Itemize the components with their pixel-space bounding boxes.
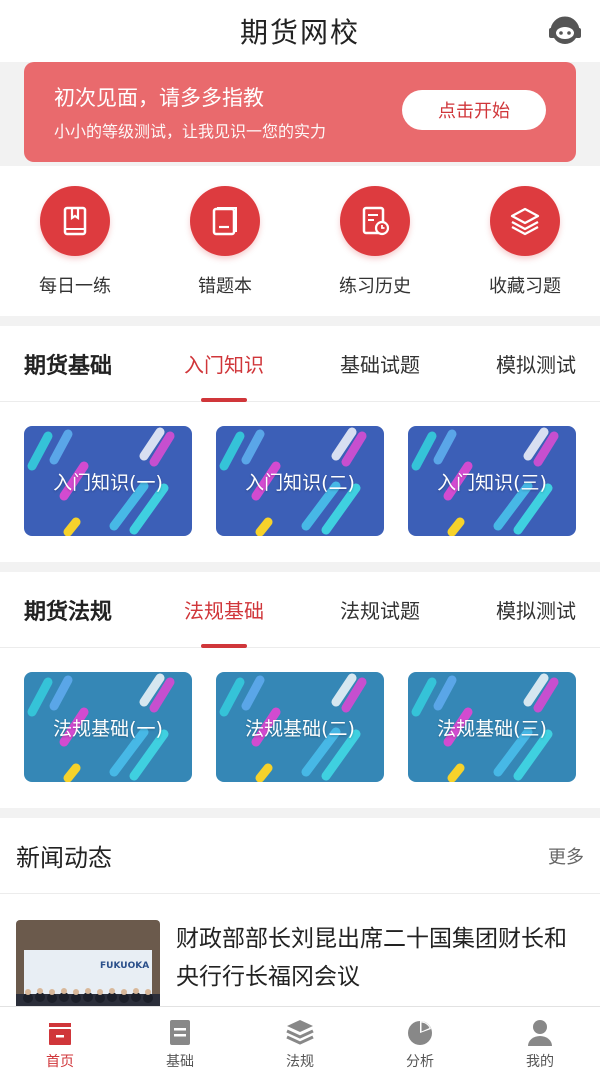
news-more-link[interactable]: 更多	[548, 843, 584, 869]
section-title: 期货基础	[24, 353, 113, 379]
course-card[interactable]: 法规基础(一)	[24, 672, 192, 782]
course-card[interactable]: 法规基础(二)	[216, 672, 384, 782]
quick-action-daily-practice[interactable]: 每日一练	[0, 186, 150, 316]
customer-service-icon[interactable]	[546, 12, 584, 50]
quick-action-favorites[interactable]: 收藏习题	[450, 186, 600, 316]
quick-actions: 每日一练 错题本 练习历史 收藏习题	[0, 166, 600, 316]
thumb-text: FUKUOKA	[100, 961, 149, 971]
user-icon	[528, 1020, 552, 1046]
quick-action-label: 练习历史	[339, 276, 411, 297]
news-section-title: 新闻动态	[16, 844, 112, 872]
banner-subtitle: 小小的等级测试，让我见识一您的实力	[54, 122, 327, 141]
notebook-icon	[212, 207, 237, 236]
course-cards: 入门知识(一) 入门知识(二) 入门知识(三)	[0, 402, 600, 562]
quick-action-label: 收藏习题	[489, 276, 561, 297]
section-tabs: 法规基础 法规试题 模拟测试	[184, 572, 576, 648]
course-card[interactable]: 入门知识(二)	[216, 426, 384, 536]
quick-action-label: 错题本	[198, 276, 252, 297]
divider	[0, 562, 600, 572]
start-button[interactable]: 点击开始	[402, 90, 546, 130]
page-title: 期货网校	[239, 16, 360, 49]
card-label: 入门知识(一)	[53, 471, 163, 494]
layers-icon	[510, 207, 540, 236]
book-icon	[63, 206, 87, 236]
stack-icon	[286, 1020, 314, 1045]
course-card[interactable]: 法规基础(三)	[408, 672, 576, 782]
card-label: 法规基础(一)	[53, 717, 163, 740]
section-futures-regulations: 期货法规 法规基础 法规试题 模拟测试	[0, 572, 600, 648]
home-icon	[49, 1023, 71, 1045]
tabbar-item-regulations[interactable]: 法规	[240, 1007, 360, 1080]
news-header: 新闻动态 更多	[0, 818, 600, 894]
level-test-banner[interactable]: 初次见面，请多多指教 小小的等级测试，让我见识一您的实力 点击开始	[24, 62, 576, 162]
tabbar-label: 分析	[406, 1054, 434, 1070]
history-icon	[362, 206, 390, 236]
tab-mock-test[interactable]: 模拟测试	[496, 572, 576, 648]
tab-intro-knowledge[interactable]: 入门知识	[184, 326, 264, 402]
tabbar-label: 法规	[286, 1054, 314, 1070]
course-card[interactable]: 入门知识(三)	[408, 426, 576, 536]
divider	[0, 316, 600, 326]
tab-mock-test[interactable]: 模拟测试	[496, 326, 576, 402]
tabbar-item-home[interactable]: 首页	[0, 1007, 120, 1080]
banner-container: 初次见面，请多多指教 小小的等级测试，让我见识一您的实力 点击开始	[0, 62, 600, 166]
card-label: 入门知识(二)	[245, 471, 355, 494]
pie-chart-icon	[408, 1021, 432, 1045]
section-title: 期货法规	[24, 599, 113, 625]
bottom-tab-bar: 首页 基础 法规 分析 我的	[0, 1006, 600, 1080]
banner-title: 初次见面，请多多指教	[54, 86, 264, 110]
quick-action-wrong-questions[interactable]: 错题本	[150, 186, 300, 316]
divider	[0, 808, 600, 818]
quick-action-practice-history[interactable]: 练习历史	[300, 186, 450, 316]
tab-regulation-basics[interactable]: 法规基础	[184, 572, 264, 648]
list-icon	[170, 1020, 190, 1045]
card-label: 法规基础(二)	[245, 717, 355, 740]
section-tabs: 入门知识 基础试题 模拟测试	[184, 326, 576, 402]
tabbar-item-analysis[interactable]: 分析	[360, 1007, 480, 1080]
tabbar-item-mine[interactable]: 我的	[480, 1007, 600, 1080]
course-cards: 法规基础(一) 法规基础(二) 法规基础(三)	[0, 648, 600, 808]
tabbar-label: 基础	[166, 1054, 194, 1070]
course-card[interactable]: 入门知识(一)	[24, 426, 192, 536]
tabbar-label: 我的	[526, 1054, 554, 1070]
tab-basic-questions[interactable]: 基础试题	[340, 326, 420, 402]
card-label: 入门知识(三)	[437, 471, 547, 494]
tab-regulation-questions[interactable]: 法规试题	[340, 572, 420, 648]
card-label: 法规基础(三)	[437, 717, 547, 740]
quick-action-label: 每日一练	[39, 276, 111, 297]
section-futures-basics: 期货基础 入门知识 基础试题 模拟测试	[0, 326, 600, 402]
app-header: 期货网校	[0, 0, 600, 62]
tabbar-item-basics[interactable]: 基础	[120, 1007, 240, 1080]
tabbar-label: 首页	[46, 1054, 74, 1070]
